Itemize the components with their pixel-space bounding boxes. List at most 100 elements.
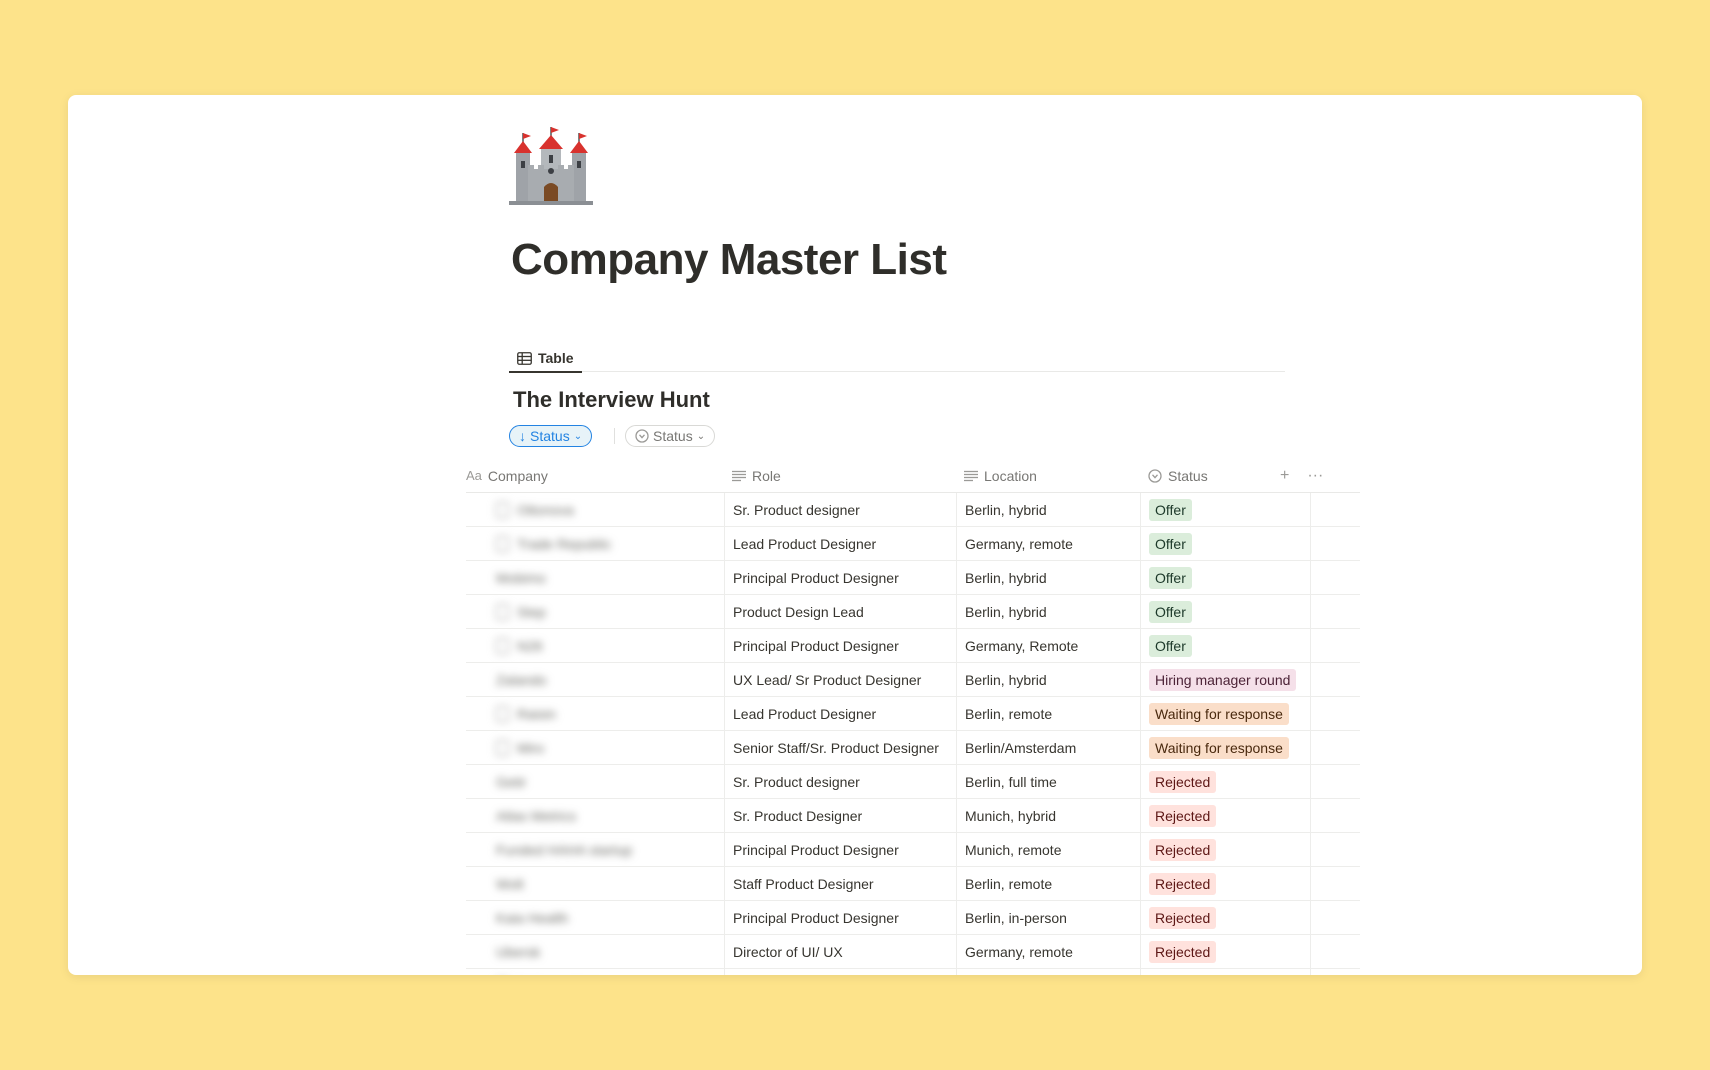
role-cell[interactable]: Senior Staff/Sr. Product Designer <box>724 731 956 764</box>
location-cell[interactable]: Germany, remote <box>956 527 1140 560</box>
table-row[interactable]: Ottonova Sr. Product designer Berlin, hybr… <box>466 493 1360 527</box>
empty-cell[interactable] <box>1310 561 1360 594</box>
status-cell[interactable]: Rejected <box>1140 935 1310 968</box>
table-row[interactable]: Kaia Health Principal Product Designer Ber… <box>466 901 1360 935</box>
empty-cell[interactable] <box>1310 731 1360 764</box>
castle-icon[interactable] <box>509 125 593 209</box>
company-cell[interactable]: Mobimo <box>466 561 724 594</box>
sort-pill[interactable]: ↓ Status ⌄ <box>509 425 593 447</box>
table-row[interactable]: Atlas Metrics Sr. Product Designer Munich,… <box>466 799 1360 833</box>
database-title[interactable]: The Interview Hunt <box>513 387 710 413</box>
empty-cell[interactable] <box>1310 867 1360 900</box>
company-cell[interactable]: Atlas Metrics <box>466 799 724 832</box>
company-cell[interactable]: Step <box>466 595 724 628</box>
table-row[interactable]: Ubersk Director of UI/ UX Germany, remote R… <box>466 935 1360 969</box>
page-title[interactable]: Company Master List <box>511 235 947 285</box>
role-cell[interactable]: Principal Product Designer <box>724 833 956 866</box>
role-cell[interactable]: UX Lead/ Sr Product Designer <box>724 663 956 696</box>
company-cell[interactable]: Wolt <box>466 867 724 900</box>
location-cell[interactable]: Berlin, full time <box>956 765 1140 798</box>
status-cell[interactable]: Hiring manager round <box>1140 663 1310 696</box>
location-cell[interactable]: Berlin, hybrid <box>956 663 1140 696</box>
table-row[interactable]: Miro Senior Staff/Sr. Product Designer Ber… <box>466 731 1360 765</box>
table-row[interactable]: Funded HAHA startup Principal Product Des… <box>466 833 1360 867</box>
table-row[interactable]: Wolt Staff Product Designer Berlin, remote… <box>466 867 1360 901</box>
location-cell[interactable]: Germany, remote <box>956 935 1140 968</box>
location-cell[interactable]: Berlin, in-person <box>956 901 1140 934</box>
company-cell[interactable]: Funded HAHA startup <box>466 833 724 866</box>
table-row[interactable]: Delivery HeroStaff Product DesignerBerli… <box>466 969 1360 975</box>
empty-cell[interactable] <box>1310 799 1360 832</box>
role-cell[interactable]: Principal Product Designer <box>724 629 956 662</box>
role-cell[interactable]: Lead Product Designer <box>724 527 956 560</box>
table-row[interactable]: Zalando UX Lead/ Sr Product Designer Berli… <box>466 663 1360 697</box>
empty-cell[interactable] <box>1310 697 1360 730</box>
company-cell[interactable]: Zalando <box>466 663 724 696</box>
status-cell[interactable]: Waiting for response <box>1140 697 1310 730</box>
status-cell[interactable]: Rejected <box>1140 765 1310 798</box>
add-property-icon[interactable]: + <box>1280 467 1289 485</box>
location-cell[interactable]: Berlin, remote <box>956 867 1140 900</box>
status-cell[interactable]: Rejected <box>1140 799 1310 832</box>
status-cell[interactable]: Offer <box>1140 561 1310 594</box>
role-cell[interactable]: Principal Product Designer <box>724 561 956 594</box>
status-cell[interactable]: Waiting for response <box>1140 731 1310 764</box>
empty-cell[interactable] <box>1310 765 1360 798</box>
status-cell[interactable]: Rejected <box>1140 833 1310 866</box>
company-cell[interactable]: Miro <box>466 731 724 764</box>
location-cell[interactable]: Munich, remote <box>956 833 1140 866</box>
role-cell[interactable]: Sr. Product designer <box>724 765 956 798</box>
location-cell[interactable]: Berlin, remote <box>956 697 1140 730</box>
empty-cell[interactable] <box>1310 833 1360 866</box>
role-cell[interactable]: Staff Product Designer <box>724 867 956 900</box>
status-cell[interactable]: Offer <box>1140 595 1310 628</box>
table-row[interactable]: N26 Principal Product Designer Germany, Re… <box>466 629 1360 663</box>
empty-cell[interactable] <box>1310 663 1360 696</box>
empty-cell[interactable] <box>1310 527 1360 560</box>
tab-table[interactable]: Table <box>509 345 582 373</box>
status-cell[interactable]: Offer <box>1140 629 1310 662</box>
location-cell[interactable]: Berlin, hybrid <box>956 969 1140 975</box>
company-cell[interactable]: Ottonova <box>466 493 724 526</box>
location-cell[interactable]: Germany, Remote <box>956 629 1140 662</box>
empty-cell[interactable] <box>1310 901 1360 934</box>
role-cell[interactable]: Sr. Product designer <box>724 493 956 526</box>
empty-cell[interactable] <box>1310 629 1360 662</box>
role-cell[interactable]: Sr. Product Designer <box>724 799 956 832</box>
column-header-location[interactable]: Location <box>956 459 1140 492</box>
location-cell[interactable]: Berlin/Amsterdam <box>956 731 1140 764</box>
status-cell[interactable]: Rejected <box>1140 969 1310 975</box>
status-cell[interactable]: Rejected <box>1140 901 1310 934</box>
table-row[interactable]: Raisin Lead Product Designer Berlin, remot… <box>466 697 1360 731</box>
role-cell[interactable]: Staff Product Designer <box>724 969 956 975</box>
role-cell[interactable]: Director of UI/ UX <box>724 935 956 968</box>
empty-cell[interactable] <box>1310 595 1360 628</box>
company-cell[interactable]: Delivery Hero <box>466 969 724 975</box>
location-cell[interactable]: Munich, hybrid <box>956 799 1140 832</box>
table-row[interactable]: Trade Republic Lead Product Designer Germa… <box>466 527 1360 561</box>
more-options-icon[interactable]: ··· <box>1307 467 1323 485</box>
role-cell[interactable]: Product Design Lead <box>724 595 956 628</box>
role-cell[interactable]: Principal Product Designer <box>724 901 956 934</box>
company-cell[interactable]: N26 <box>466 629 724 662</box>
status-cell[interactable]: Offer <box>1140 527 1310 560</box>
filter-pill[interactable]: Status ⌄ <box>625 425 716 447</box>
company-cell[interactable]: Trade Republic <box>466 527 724 560</box>
column-header-role[interactable]: Role <box>724 459 956 492</box>
column-header-company[interactable]: Aa Company <box>466 459 724 492</box>
company-cell[interactable]: Kaia Health <box>466 901 724 934</box>
status-cell[interactable]: Offer <box>1140 493 1310 526</box>
empty-cell[interactable] <box>1310 935 1360 968</box>
empty-cell[interactable] <box>1310 493 1360 526</box>
location-cell[interactable]: Berlin, hybrid <box>956 561 1140 594</box>
empty-cell[interactable] <box>1310 969 1360 975</box>
location-cell[interactable]: Berlin, hybrid <box>956 493 1140 526</box>
table-row[interactable]: Mobimo Principal Product Designer Berlin, … <box>466 561 1360 595</box>
company-cell[interactable]: Ubersk <box>466 935 724 968</box>
table-row[interactable]: Getir Sr. Product designer Berlin, full ti… <box>466 765 1360 799</box>
role-cell[interactable]: Lead Product Designer <box>724 697 956 730</box>
location-cell[interactable]: Berlin, hybrid <box>956 595 1140 628</box>
status-cell[interactable]: Rejected <box>1140 867 1310 900</box>
company-cell[interactable]: Getir <box>466 765 724 798</box>
company-cell[interactable]: Raisin <box>466 697 724 730</box>
